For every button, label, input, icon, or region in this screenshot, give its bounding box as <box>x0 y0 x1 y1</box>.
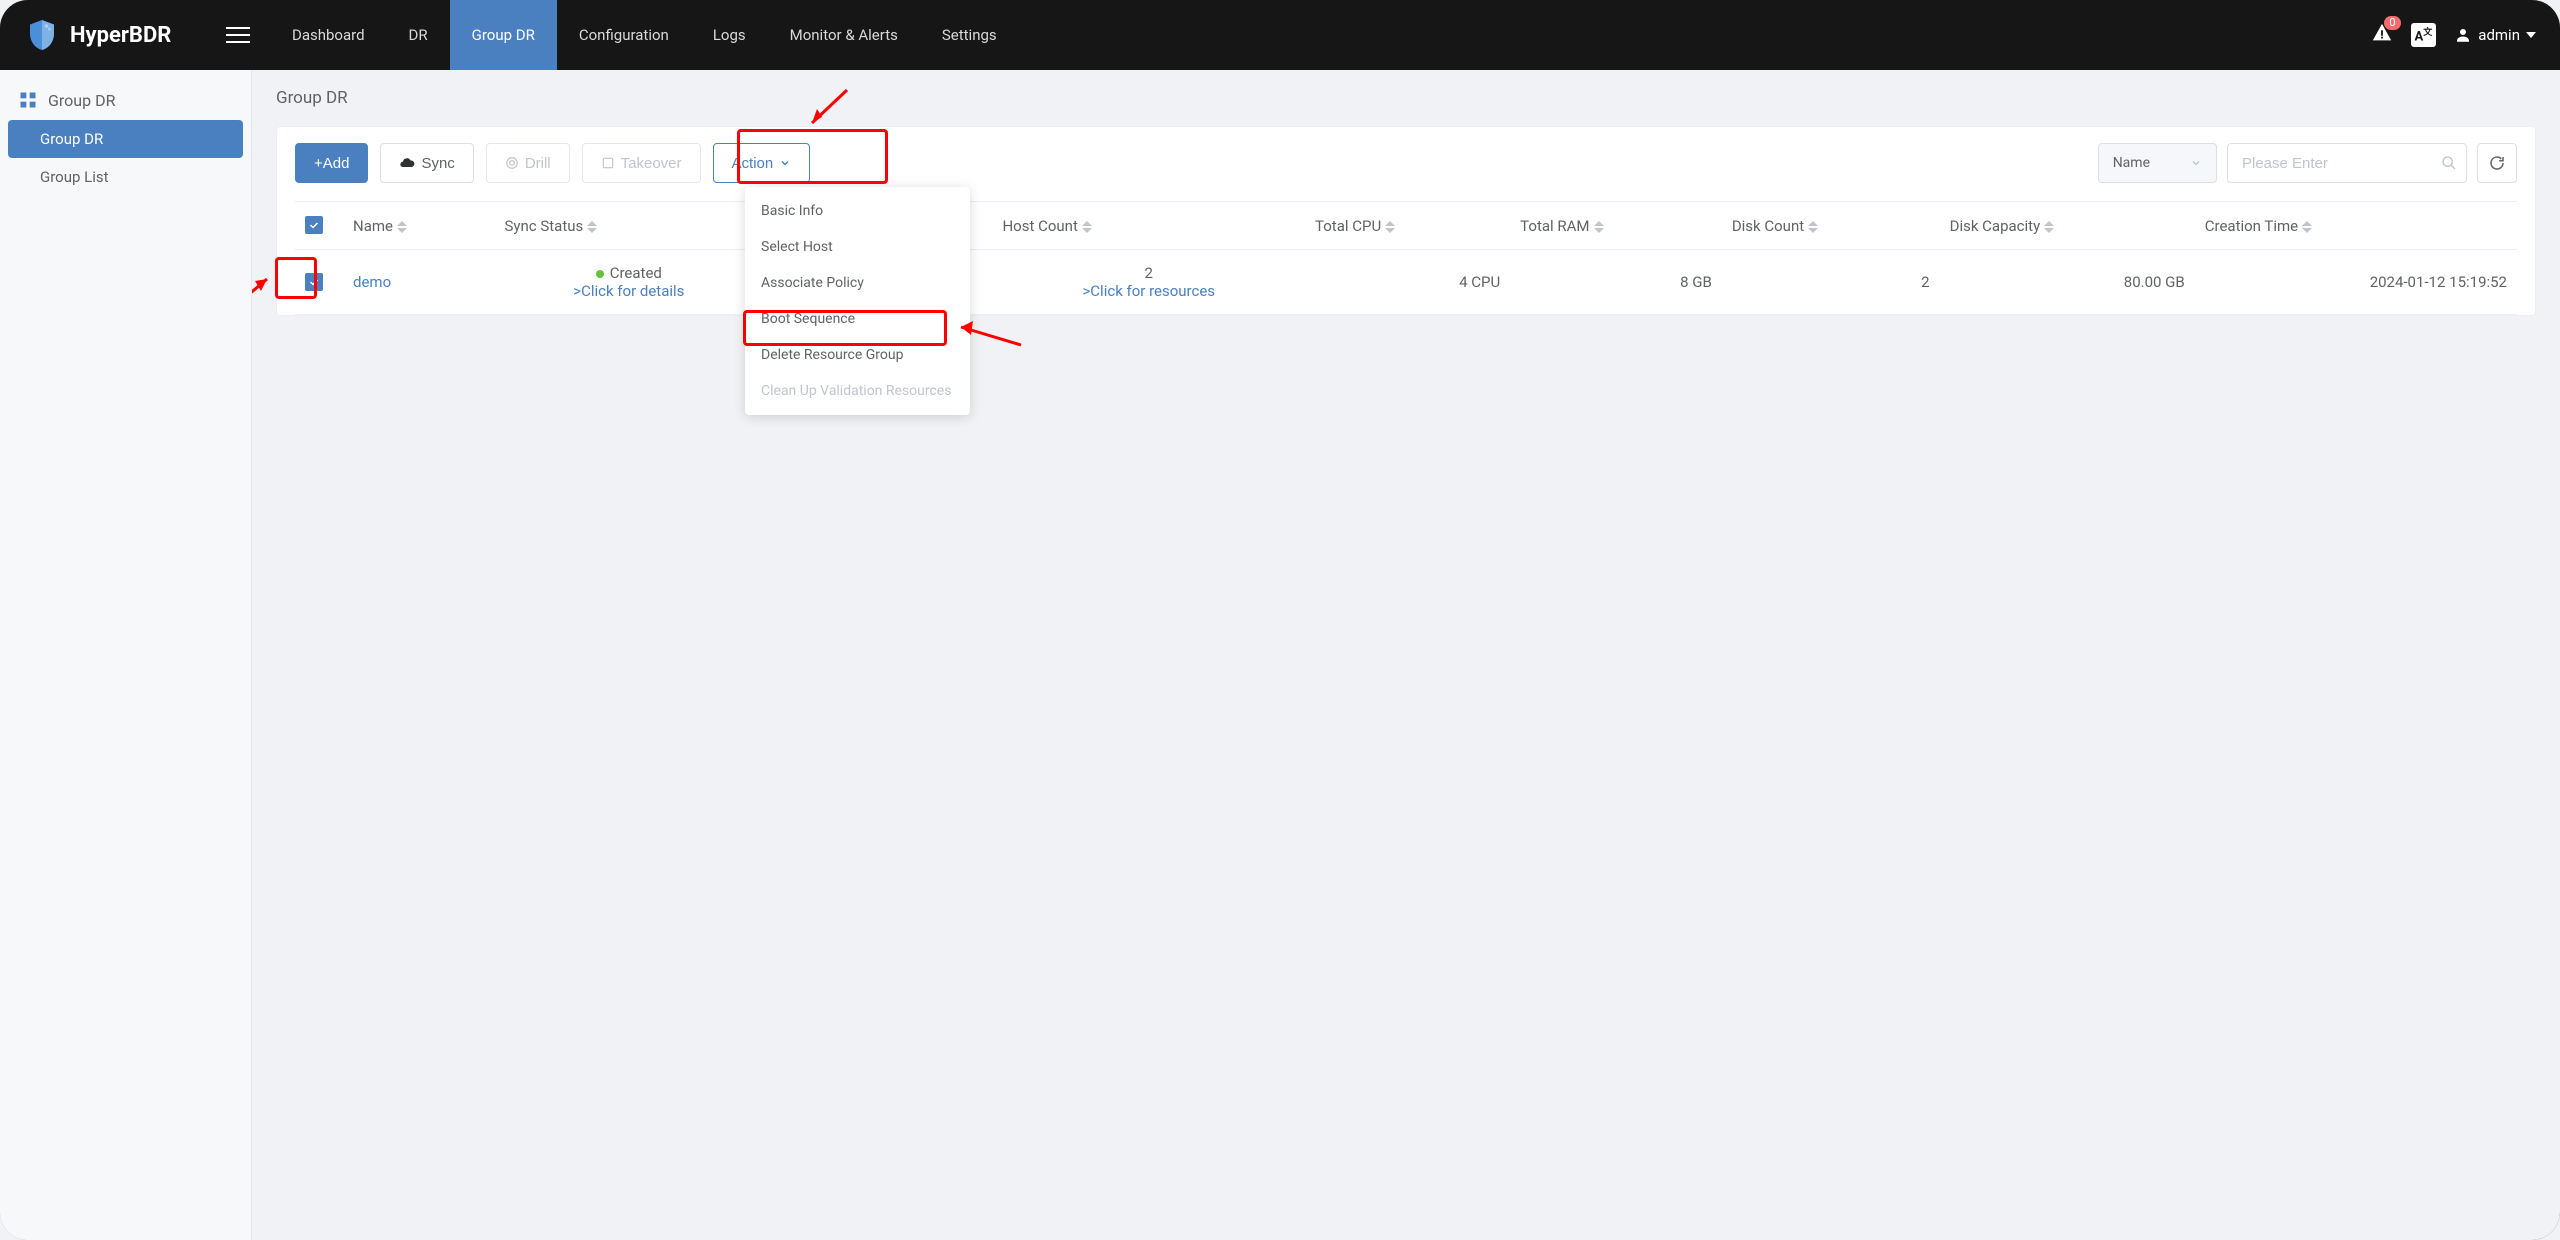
grid-icon <box>18 90 38 110</box>
dropdown-delete-resource-group[interactable]: Delete Resource Group <box>745 337 970 373</box>
group-table: Name Sync Status Boot Status Host Count … <box>295 201 2517 315</box>
nav-group-dr[interactable]: Group DR <box>450 0 557 70</box>
nav-configuration[interactable]: Configuration <box>557 0 691 70</box>
dropdown-basic-info[interactable]: Basic Info <box>745 193 970 229</box>
sidebar-title-label: Group DR <box>48 91 115 110</box>
col-name[interactable]: Name <box>343 202 494 250</box>
row-checkbox[interactable] <box>305 273 323 291</box>
nav-monitor-alerts[interactable]: Monitor & Alerts <box>768 0 920 70</box>
dropdown-associate-policy[interactable]: Associate Policy <box>745 265 970 301</box>
drill-icon <box>505 156 519 170</box>
row-host-count: 2 <box>1145 264 1153 282</box>
select-all-checkbox[interactable] <box>305 216 323 234</box>
refresh-button[interactable] <box>2477 143 2517 183</box>
add-button[interactable]: +Add <box>295 143 368 183</box>
action-dropdown: Basic Info Select Host Associate Policy … <box>745 187 970 415</box>
takeover-icon <box>601 156 615 170</box>
row-disk-count: 2 <box>1722 250 1940 315</box>
nav-dr[interactable]: DR <box>387 0 450 70</box>
refresh-icon <box>2488 154 2506 172</box>
col-total-cpu[interactable]: Total CPU <box>1305 202 1510 250</box>
row-name-link[interactable]: demo <box>353 273 391 291</box>
search-wrap <box>2227 143 2467 183</box>
app-header: HyperBDR Dashboard DR Group DR Configura… <box>0 0 2560 70</box>
chevron-down-icon <box>2526 32 2536 38</box>
header-right: 0 A文 admin <box>2371 22 2536 48</box>
hamburger-icon[interactable] <box>224 21 252 49</box>
sync-label: Sync <box>421 155 454 172</box>
chevron-down-icon <box>779 157 791 169</box>
sidebar: Group DR Group DR Group List <box>0 70 252 1240</box>
toolbar-right: Name <box>2098 143 2517 183</box>
takeover-button: Takeover <box>582 143 701 183</box>
user-icon <box>2454 26 2472 44</box>
status-dot-green <box>596 270 604 278</box>
row-sync-status: Created <box>610 264 662 282</box>
top-nav: Dashboard DR Group DR Configuration Logs… <box>270 0 1019 70</box>
dropdown-select-host[interactable]: Select Host <box>745 229 970 265</box>
row-total-ram: 8 GB <box>1510 250 1722 315</box>
sync-button[interactable]: Sync <box>380 143 473 183</box>
filter-field-select[interactable]: Name <box>2098 143 2217 183</box>
brand-logo: HyperBDR <box>24 17 224 53</box>
dropdown-clean-up-validation: Clean Up Validation Resources <box>745 373 970 409</box>
takeover-label: Takeover <box>621 155 682 172</box>
col-creation-time[interactable]: Creation Time <box>2195 202 2517 250</box>
cloud-icon <box>399 155 415 171</box>
row-total-cpu: 4 CPU <box>1305 250 1510 315</box>
nav-dashboard[interactable]: Dashboard <box>270 0 387 70</box>
dropdown-boot-sequence[interactable]: Boot Sequence <box>745 301 970 337</box>
sidebar-item-group-dr[interactable]: Group DR <box>8 120 243 158</box>
language-toggle[interactable]: A文 <box>2411 23 2437 46</box>
toolbar: +Add Sync Drill Takeover Action <box>295 143 2517 183</box>
chevron-down-icon <box>2190 157 2202 169</box>
sync-details-link[interactable]: >Click for details <box>573 282 684 300</box>
page-title: Group DR <box>276 88 2536 108</box>
nav-logs[interactable]: Logs <box>691 0 768 70</box>
col-total-ram[interactable]: Total RAM <box>1510 202 1722 250</box>
col-host-count[interactable]: Host Count <box>992 202 1305 250</box>
host-resources-link[interactable]: >Click for resources <box>1082 282 1215 300</box>
row-disk-capacity: 80.00 GB <box>1940 250 2195 315</box>
sidebar-title: Group DR <box>0 76 251 120</box>
brand-name: HyperBDR <box>70 23 171 48</box>
content-panel: +Add Sync Drill Takeover Action <box>276 126 2536 316</box>
username-label: admin <box>2478 26 2520 44</box>
drill-button: Drill <box>486 143 570 183</box>
shield-icon <box>24 17 60 53</box>
sidebar-item-group-list[interactable]: Group List <box>0 158 251 196</box>
user-menu[interactable]: admin <box>2454 26 2536 44</box>
annotation-arrow-checkbox <box>252 267 287 331</box>
col-sync-status[interactable]: Sync Status <box>494 202 763 250</box>
main-content: Group DR +Add Sync Drill Takeover Action <box>252 70 2560 1240</box>
col-disk-capacity[interactable]: Disk Capacity <box>1940 202 2195 250</box>
col-disk-count[interactable]: Disk Count <box>1722 202 1940 250</box>
alert-icon[interactable]: 0 <box>2371 22 2393 48</box>
search-icon <box>2441 155 2457 171</box>
drill-label: Drill <box>525 155 551 172</box>
search-input[interactable] <box>2227 143 2467 183</box>
table-row: demo Created >Click for details No Task … <box>295 250 2517 315</box>
action-label: Action <box>732 155 774 172</box>
row-creation-time: 2024-01-12 15:19:52 <box>2195 250 2517 315</box>
alert-badge: 0 <box>2384 16 2400 30</box>
filter-field-label: Name <box>2113 155 2150 171</box>
nav-settings[interactable]: Settings <box>920 0 1019 70</box>
action-button[interactable]: Action <box>713 143 811 183</box>
